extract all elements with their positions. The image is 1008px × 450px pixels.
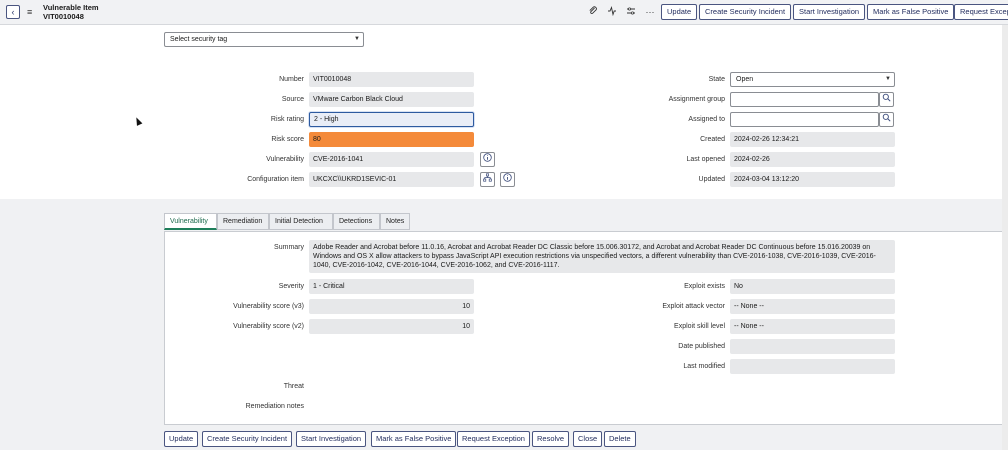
tab-vulnerability[interactable]: Vulnerability bbox=[164, 213, 217, 230]
last-modified-label: Last modified bbox=[683, 363, 725, 370]
source-label: Source bbox=[281, 96, 304, 103]
last-modified-field bbox=[730, 359, 895, 374]
vuln-score-v3-field: 10 bbox=[309, 299, 474, 314]
assigned-to-label: Assigned to bbox=[688, 116, 725, 123]
update-button[interactable]: Update bbox=[661, 4, 698, 20]
exploit-attack-vector-label: Exploit attack vector bbox=[662, 303, 725, 310]
updated-field: 2024-03-04 13:12:20 bbox=[730, 172, 895, 187]
bottom-start-investigation-button[interactable]: Start Investigation bbox=[296, 431, 367, 447]
vulnerability-field: CVE-2016-1041 bbox=[309, 152, 474, 167]
remediation-notes-label: Remediation notes bbox=[245, 403, 304, 410]
chevron-down-icon: ▼ bbox=[354, 36, 360, 42]
search-icon bbox=[882, 113, 891, 122]
number-field: VIT0010048 bbox=[309, 72, 474, 87]
severity-label: Severity bbox=[278, 283, 304, 290]
state-select[interactable]: Open ▼ bbox=[730, 72, 895, 87]
tab-initial-detection[interactable]: Initial Detection bbox=[269, 213, 333, 230]
mark-false-positive-button[interactable]: Mark as False Positive bbox=[867, 4, 955, 20]
number-label: Number bbox=[279, 76, 304, 83]
bottom-create-security-incident-button[interactable]: Create Security Incident bbox=[202, 431, 293, 447]
exploit-skill-level-field: -- None -- bbox=[730, 319, 895, 334]
chevron-left-icon: ‹ bbox=[11, 7, 15, 17]
bottom-mark-false-positive-button[interactable]: Mark as False Positive bbox=[371, 431, 457, 447]
ci-relationship-button[interactable] bbox=[480, 172, 495, 187]
vulnerability-info-button[interactable] bbox=[480, 152, 495, 167]
risk-score-label: Risk score bbox=[271, 136, 304, 143]
state-label: State bbox=[708, 76, 725, 83]
header-bar: ‹ ≡ Vulnerable Item VIT0010048 ··· Updat… bbox=[0, 0, 1008, 25]
security-tag-select[interactable]: Select security tag ▼ bbox=[164, 32, 364, 47]
vuln-score-v2-field: 10 bbox=[309, 319, 474, 334]
bottom-request-exception-button[interactable]: Request Exception bbox=[457, 431, 530, 447]
more-icon[interactable]: ··· bbox=[644, 6, 656, 18]
date-published-label: Date published bbox=[678, 343, 725, 350]
security-tag-value: Select security tag bbox=[170, 36, 228, 43]
created-field: 2024-02-26 12:34:21 bbox=[730, 132, 895, 147]
tab-notes[interactable]: Notes bbox=[380, 213, 410, 230]
vulnerability-label: Vulnerability bbox=[266, 156, 304, 163]
assigned-to-input[interactable] bbox=[730, 112, 879, 127]
risk-score-field: 80 bbox=[309, 132, 474, 147]
create-security-incident-button[interactable]: Create Security Incident bbox=[699, 4, 792, 20]
chevron-down-icon: ▼ bbox=[885, 76, 891, 82]
exploit-skill-level-label: Exploit skill level bbox=[674, 323, 725, 330]
start-investigation-button[interactable]: Start Investigation bbox=[793, 4, 866, 20]
bottom-delete-button[interactable]: Delete bbox=[604, 431, 636, 447]
info-icon bbox=[483, 153, 492, 162]
bottom-resolve-button[interactable]: Resolve bbox=[532, 431, 570, 447]
back-button[interactable]: ‹ bbox=[6, 5, 20, 19]
source-field: VMware Carbon Black Cloud bbox=[309, 92, 474, 107]
ci-info-button[interactable] bbox=[500, 172, 515, 187]
summary-label: Summary bbox=[274, 244, 304, 251]
assignment-group-input[interactable] bbox=[730, 92, 879, 107]
menu-icon[interactable]: ≡ bbox=[27, 6, 35, 18]
bottom-update-button[interactable]: Update bbox=[164, 431, 199, 447]
search-icon bbox=[882, 93, 891, 102]
paperclip-icon[interactable] bbox=[587, 6, 599, 18]
threat-label: Threat bbox=[283, 383, 304, 390]
updated-label: Updated bbox=[698, 176, 725, 183]
assignment-group-label: Assignment group bbox=[668, 96, 725, 103]
created-label: Created bbox=[700, 136, 725, 143]
last-opened-label: Last opened bbox=[686, 156, 725, 163]
assignment-group-lookup-button[interactable] bbox=[879, 92, 894, 107]
date-published-field bbox=[730, 339, 895, 354]
risk-rating-label: Risk rating bbox=[270, 116, 304, 123]
settings-sliders-icon[interactable] bbox=[625, 6, 637, 18]
last-opened-field: 2024-02-26 bbox=[730, 152, 895, 167]
hierarchy-icon bbox=[483, 173, 492, 182]
exploit-exists-label: Exploit exists bbox=[684, 283, 725, 290]
summary-field: Adobe Reader and Acrobat before 11.0.16,… bbox=[309, 240, 895, 273]
vuln-score-v2-label: Vulnerability score (v2) bbox=[233, 323, 304, 330]
activity-icon[interactable] bbox=[606, 6, 618, 18]
tab-detections[interactable]: Detections bbox=[333, 213, 380, 230]
record-number: VIT0010048 bbox=[43, 11, 84, 21]
bottom-close-button[interactable]: Close bbox=[573, 431, 603, 447]
risk-rating-field[interactable]: 2 - High bbox=[309, 112, 474, 127]
request-exception-button[interactable]: Request Exception bbox=[954, 4, 1008, 20]
info-icon bbox=[503, 173, 512, 182]
severity-field: 1 - Critical bbox=[309, 279, 474, 294]
state-value: Open bbox=[736, 76, 754, 83]
exploit-exists-field: No bbox=[730, 279, 895, 294]
tab-remediation[interactable]: Remediation bbox=[217, 213, 269, 230]
vertical-scrollbar[interactable] bbox=[1002, 25, 1008, 450]
configuration-item-label: Configuration item bbox=[247, 176, 304, 183]
assigned-to-lookup-button[interactable] bbox=[879, 112, 894, 127]
exploit-attack-vector-field: -- None -- bbox=[730, 299, 895, 314]
vuln-score-v3-label: Vulnerability score (v3) bbox=[233, 303, 304, 310]
configuration-item-field: UKCXC\\UKRD1SEVIC-01 bbox=[309, 172, 474, 187]
